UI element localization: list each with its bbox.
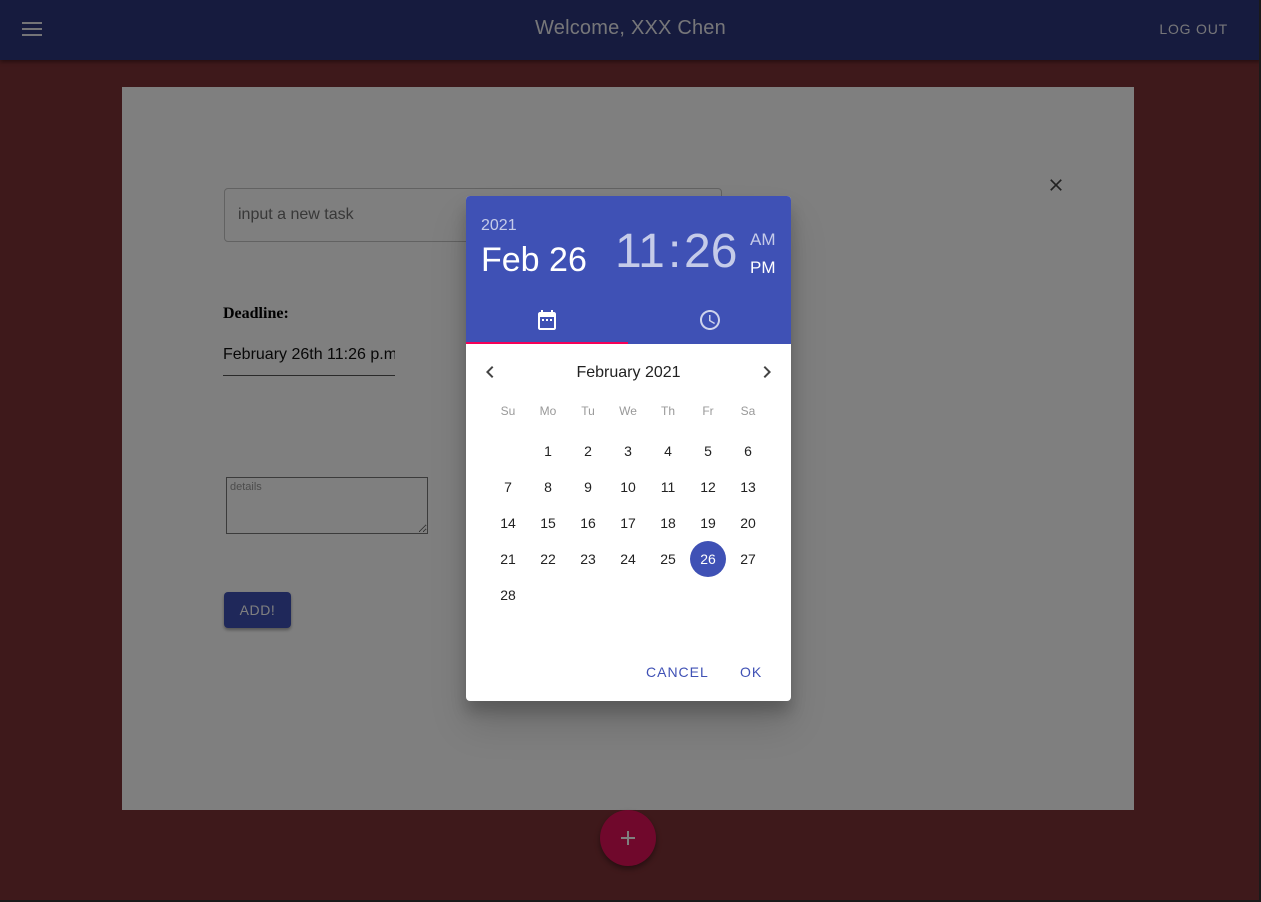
picker-header: 2021 Feb 26 11 : 26 AM PM [466, 196, 791, 344]
calendar-day[interactable]: 7 [490, 469, 526, 505]
calendar-day[interactable]: 15 [530, 505, 566, 541]
chevron-right-icon [763, 366, 771, 378]
tab-date[interactable] [466, 296, 628, 344]
picker-time-separator: : [668, 225, 682, 278]
calendar-day[interactable]: 20 [730, 505, 766, 541]
calendar-empty-cell [690, 577, 726, 613]
calendar-day[interactable]: 24 [610, 541, 646, 577]
calendar-day[interactable]: 22 [530, 541, 566, 577]
calendar-empty-cell [610, 577, 646, 613]
calendar-day[interactable]: 4 [650, 433, 686, 469]
calendar-empty-cell [530, 577, 566, 613]
calendar-week: 123456 [488, 433, 768, 469]
calendar-day[interactable]: 16 [570, 505, 606, 541]
calendar-day[interactable]: 2 [570, 433, 606, 469]
tab-indicator [466, 342, 628, 344]
tab-time[interactable] [629, 296, 791, 344]
weekday-label: Fr [702, 404, 714, 418]
calendar-day[interactable]: 3 [610, 433, 646, 469]
calendar-day[interactable]: 25 [650, 541, 686, 577]
calendar-week: 7 8 9 10 11 12 13 [488, 469, 768, 505]
calendar-day[interactable]: 18 [650, 505, 686, 541]
picker-minute[interactable]: 26 [684, 224, 737, 279]
calendar-week: 28 [488, 577, 768, 613]
calendar-empty-cell [650, 577, 686, 613]
ok-button[interactable]: OK [732, 658, 770, 686]
pm-toggle[interactable]: PM [750, 258, 776, 278]
next-month-button[interactable] [755, 360, 779, 384]
am-toggle[interactable]: AM [750, 230, 776, 250]
calendar-day[interactable]: 9 [570, 469, 606, 505]
calendar-week: 14 15 16 17 18 19 20 [488, 505, 768, 541]
calendar-day[interactable]: 17 [610, 505, 646, 541]
calendar-day[interactable]: 27 [730, 541, 766, 577]
month-title: February 2021 [576, 364, 681, 381]
calendar-day[interactable]: 13 [730, 469, 766, 505]
weekday-label: Tu [581, 404, 595, 418]
clock-icon [700, 310, 720, 330]
picker-date[interactable]: Feb 26 [481, 241, 587, 280]
calendar-day[interactable]: 19 [690, 505, 726, 541]
calendar-day[interactable]: 14 [490, 505, 526, 541]
calendar-week: 21 22 23 24 25 26 27 [488, 541, 768, 577]
calendar-empty-cell [730, 577, 766, 613]
weekday-label: Th [660, 404, 675, 418]
calendar-day[interactable]: 5 [690, 433, 726, 469]
calendar-empty-cell [490, 433, 526, 469]
calendar-grid: 1 2 3 4 5 6 7 8 9 10 11 12 13 14 15 16 17 18 19 20 21 22 23 24 2… [488, 433, 768, 613]
calendar-day-selected[interactable]: 26 [690, 541, 726, 577]
datetime-picker-dialog: 2021 Feb 26 11 : 26 AM PM February 2021 … [466, 196, 791, 701]
weekday-label: Su [500, 404, 516, 418]
calendar-day[interactable]: 10 [610, 469, 646, 505]
picker-year[interactable]: 2021 [481, 217, 517, 235]
weekday-label: Sa [740, 404, 756, 418]
cancel-button[interactable]: CANCEL [638, 658, 717, 686]
calendar-day[interactable]: 8 [530, 469, 566, 505]
calendar-day[interactable]: 28 [490, 577, 526, 613]
calendar-day[interactable]: 12 [690, 469, 726, 505]
weekday-label: We [619, 404, 637, 418]
weekday-header: Su Mo Tu We Th Fr Sa [488, 404, 768, 418]
calendar-day[interactable]: 6 [730, 433, 766, 469]
weekday-label: Mo [539, 404, 557, 418]
calendar-empty-cell [570, 577, 606, 613]
picker-hour[interactable]: 11 [615, 224, 665, 279]
calendar-day[interactable]: 23 [570, 541, 606, 577]
calendar-day[interactable]: 11 [650, 469, 686, 505]
calendar-day[interactable]: 21 [490, 541, 526, 577]
calendar-day[interactable]: 1 [530, 433, 566, 469]
calendar-icon [538, 310, 556, 330]
